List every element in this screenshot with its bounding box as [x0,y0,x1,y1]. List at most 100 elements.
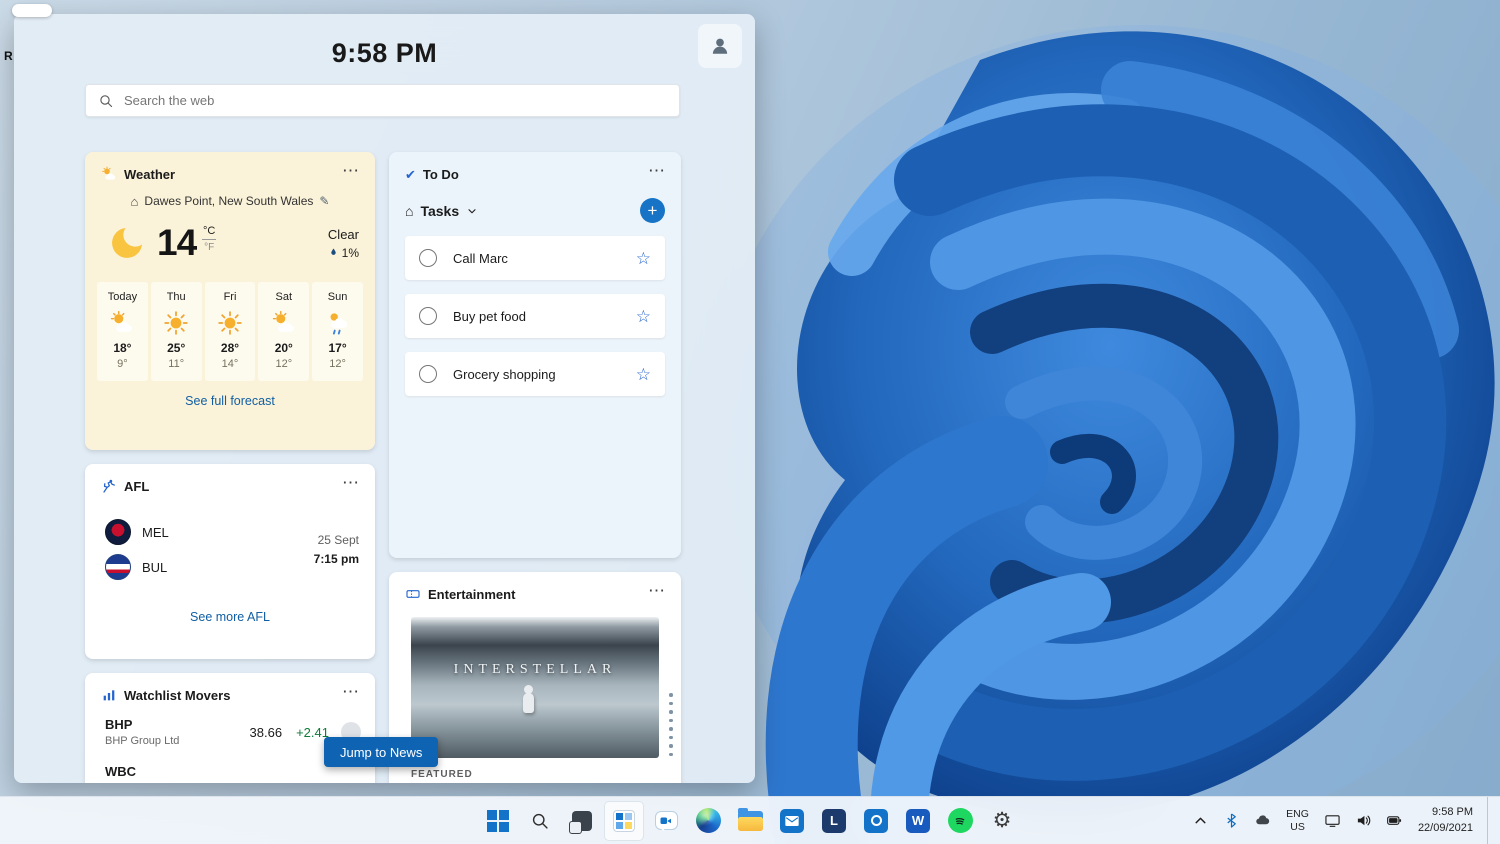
app-circle-icon [864,808,888,833]
desktop-label-fragment: R [4,49,13,63]
task-item[interactable]: Buy pet food ☆ [405,294,665,338]
task-list-label: Tasks [420,202,460,219]
forecast-low: 14° [221,358,239,370]
spotify-button[interactable] [940,801,980,841]
desktop: R 9:58 PM Weather ⋯ ⌂ [0,0,1500,844]
task-list-bar: ⌂ Tasks + [389,183,681,236]
search-input[interactable] [86,85,679,116]
star-icon[interactable]: ☆ [636,250,651,267]
task-item[interactable]: Grocery shopping ☆ [405,352,665,396]
more-options-button[interactable]: ⋯ [336,162,365,183]
more-icon: ⋯ [342,682,359,701]
match-time: 7:15 pm [313,552,359,566]
mail-button[interactable] [772,801,812,841]
featured-label: FEATURED [411,769,473,780]
see-full-forecast-link[interactable]: See full forecast [85,394,375,408]
star-icon[interactable]: ☆ [636,366,651,383]
widgets-column-left: Weather ⋯ ⌂ Dawes Point, New South Wales… [85,152,375,783]
start-button[interactable] [478,801,518,841]
fahrenheit-label: °F [204,242,215,253]
stock-chart-icon [101,687,117,703]
forecast-high: 28° [220,341,240,355]
mel-logo [105,519,131,545]
scroll-indicator[interactable] [669,693,673,756]
profile-button[interactable] [698,24,742,68]
sunny-icon [217,310,243,336]
word-icon: W [906,808,930,833]
cast-button[interactable] [1323,811,1342,830]
precipitation-row: 1% [328,246,359,260]
house-icon: ⌂ [130,193,139,209]
web-search[interactable] [85,84,680,117]
more-options-button[interactable]: ⋯ [336,474,365,495]
language-region: US [1290,820,1305,833]
stock-price: 38.66 [249,724,283,740]
clock-and-date[interactable]: 9:58 PM 22/09/2021 [1416,803,1475,838]
forecast-low: 12° [329,358,346,370]
show-desktop-strip[interactable] [1487,797,1490,844]
tray-overflow-button[interactable] [1191,811,1210,830]
stock-name: BHP Group Ltd [105,735,180,747]
add-task-button[interactable]: + [640,198,665,223]
sunny-icon [163,310,189,336]
bluetooth-icon [1227,813,1237,828]
task-list-picker[interactable]: ⌂ Tasks [405,203,478,219]
see-more-afl-link[interactable]: See more AFL [85,610,375,624]
task-checkbox[interactable] [419,365,437,383]
more-options-button[interactable]: ⋯ [642,582,671,603]
more-options-button[interactable]: ⋯ [336,683,365,704]
weather-header: Weather ⋯ [85,152,375,183]
chat-icon [654,811,678,831]
edit-location-icon[interactable]: ✎ [319,194,329,208]
search-button[interactable] [520,801,560,841]
settings-button[interactable]: ⚙ [982,801,1022,841]
clear-night-icon [107,223,147,263]
jump-to-news-button[interactable]: Jump to News [324,737,439,767]
bluetooth-button[interactable] [1222,811,1241,830]
plus-icon: + [647,201,658,220]
edge-button[interactable] [688,801,728,841]
bul-logo [105,554,131,580]
edge-icon [695,808,721,833]
afl-title: AFL [124,478,150,494]
forecast-low: 11° [168,358,185,370]
forecast-day-label: Thu [166,291,186,303]
task-label: Call Marc [453,250,508,266]
file-explorer-button[interactable] [730,801,770,841]
unit-divider [202,239,217,240]
weather-widget: Weather ⋯ ⌂ Dawes Point, New South Wales… [85,152,375,450]
task-item[interactable]: Call Marc ☆ [405,236,665,280]
app-circle-button[interactable] [856,801,896,841]
forecast-day: Fri 28° 14° [204,282,256,381]
task-view-button[interactable] [562,801,602,841]
chat-button[interactable] [646,801,686,841]
word-button[interactable]: W [898,801,938,841]
more-icon: ⋯ [342,161,359,180]
match-date: 25 Sept [317,533,359,547]
task-checkbox[interactable] [419,307,437,325]
volume-icon [1357,815,1371,826]
movie-poster[interactable]: INTERSTELLAR [411,617,659,758]
app-l-button[interactable]: L [814,801,854,841]
battery-button[interactable] [1385,811,1404,830]
onedrive-button[interactable] [1253,811,1272,830]
system-tray: ENG US 9:58 PM 22/09/2021 [1191,797,1490,844]
task-label: Buy pet food [453,308,526,324]
watchlist-title: Watchlist Movers [124,687,231,703]
afl-match[interactable]: MEL BUL 25 Sept 7:15 pm [85,495,375,580]
forecast-day: Sat 20° 12° [258,282,310,381]
cloud-icon [1256,815,1270,825]
stock-symbol: WBC [105,764,137,779]
more-options-button[interactable]: ⋯ [642,162,671,183]
language-switcher[interactable]: ENG US [1284,806,1311,835]
partly-sunny-icon [109,310,135,336]
task-view-icon [569,810,592,834]
unit-toggle[interactable]: °C °F [202,225,217,253]
gear-icon: ⚙ [992,809,1012,832]
star-icon[interactable]: ☆ [636,308,651,325]
task-checkbox[interactable] [419,249,437,267]
volume-button[interactable] [1354,811,1373,830]
forecast-day-label: Sat [275,291,293,303]
widgets-button[interactable] [604,800,644,841]
check-icon: ✔ [405,166,416,182]
